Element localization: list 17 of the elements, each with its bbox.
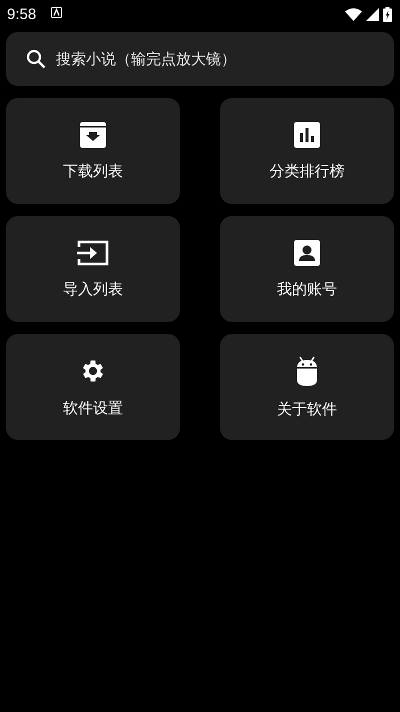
bar-chart-icon [294,122,320,148]
menu-card[interactable]: 导入列表 [6,216,180,322]
menu-card[interactable]: 下载列表 [6,98,180,204]
wifi-icon [345,8,362,20]
battery-icon [383,6,392,22]
signal-icon [366,8,379,20]
account-icon [294,240,320,266]
input-icon [77,240,109,266]
menu-card[interactable]: 我的账号 [220,216,394,322]
robot-icon [296,356,318,386]
notification-icon [51,7,62,18]
search-field[interactable]: 搜索小说（输完点放大镜） [6,32,394,86]
status-time: 9:58 [7,6,36,22]
menu-card[interactable]: 关于软件 [220,334,394,440]
archive-icon [80,122,106,148]
menu-card[interactable]: 软件设置 [6,334,180,440]
menu-card[interactable]: 分类排行榜 [220,98,394,204]
